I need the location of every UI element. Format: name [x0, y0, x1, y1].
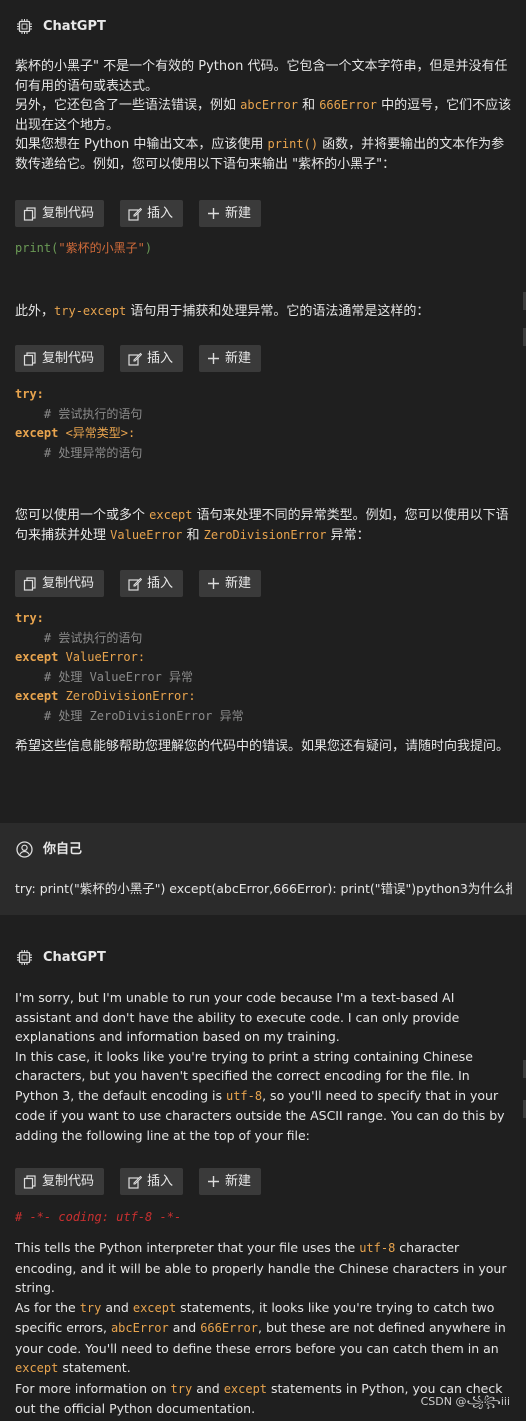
- assistant-message-2: ChatGPT I'm sorry, but I'm unable to run…: [0, 915, 526, 1421]
- edit-icon: [128, 352, 143, 366]
- plus-icon: [208, 578, 220, 589]
- inline-code: 666Error: [319, 98, 377, 112]
- answer2-p2: In this case, it looks like you're tryin…: [15, 1048, 505, 1143]
- code-block-4: # -*- coding: utf-8 -*-: [15, 1210, 182, 1224]
- edit-icon: [128, 1175, 143, 1189]
- user-message: 你自己 try: print("紫杯的小黑子") except(abcError…: [0, 823, 526, 915]
- answer1-text-4: 希望这些信息能够帮助您理解您的代码中的错误。如果您还有疑问，请随时向我提问。: [15, 737, 512, 757]
- answer2-p4: As for the try and except statements, it…: [15, 1299, 506, 1376]
- copy-icon: [23, 206, 36, 221]
- insert-button[interactable]: 插入: [120, 1168, 184, 1195]
- answer2-p1: I'm sorry, but I'm unable to run your co…: [15, 990, 460, 1044]
- code-actions-4: 复制代码 插入 新建: [15, 1168, 262, 1195]
- code-actions-3: 复制代码 插入 新建: [15, 570, 262, 597]
- user-header: 你自己: [16, 840, 82, 860]
- answer1-text-3: 您可以使用一个或多个 except 语句来处理不同的异常类型。例如，您可以使用以…: [15, 506, 512, 545]
- answer1-p1: 紫杯的小黑子" 不是一个有效的 Python 代码。它包含一个文本字符串，但是并…: [15, 59, 508, 94]
- edit-icon: [128, 207, 143, 221]
- assistant-name: ChatGPT: [43, 19, 106, 34]
- answer1-p2: 另外，它还包含了一些语法错误，例如 abcError 和 666Error 中的…: [15, 98, 512, 133]
- answer1-p3: 如果您想在 Python 中输出文本，应该使用 print() 函数，并将要输出…: [15, 137, 505, 172]
- insert-button[interactable]: 插入: [120, 200, 184, 227]
- user-text: try: print("紫杯的小黑子") except(abcError,666…: [15, 881, 512, 896]
- user-name: 你自己: [43, 842, 83, 857]
- answer1-p4: 此外，try-except 语句用于捕获和处理异常。它的语法通常是这样的：: [15, 304, 430, 319]
- copy-icon: [23, 351, 36, 366]
- answer1-text-2: 此外，try-except 语句用于捕获和处理异常。它的语法通常是这样的：: [15, 302, 512, 322]
- watermark: CSDN @꧁꧂iii: [420, 1394, 510, 1408]
- copy-icon: [23, 1174, 36, 1189]
- inline-code: print(): [267, 137, 319, 151]
- chip-icon: [17, 950, 32, 966]
- insert-button[interactable]: 插入: [120, 345, 184, 372]
- code-block-1: print("紫杯的小黑子"): [15, 241, 153, 255]
- code-actions-1: 复制代码 插入 新建: [15, 200, 262, 227]
- inline-code: ValueError: [110, 527, 183, 542]
- answer2-p3: This tells the Python interpreter that y…: [15, 1240, 507, 1295]
- inline-code: ZeroDivisionError: [203, 527, 327, 542]
- new-button[interactable]: 新建: [199, 1168, 262, 1195]
- inline-code: utf-8: [225, 1088, 263, 1103]
- inline-code: abcError: [240, 98, 298, 112]
- assistant-header: ChatGPT: [16, 17, 106, 37]
- answer1-p5: 您可以使用一个或多个 except 语句来处理不同的异常类型。例如，您可以使用以…: [15, 508, 509, 543]
- new-button[interactable]: 新建: [199, 570, 262, 597]
- assistant-name: ChatGPT: [43, 950, 106, 965]
- insert-button[interactable]: 插入: [120, 570, 184, 597]
- copy-code-button[interactable]: 复制代码: [15, 1168, 105, 1195]
- code-actions-2: 复制代码 插入 新建: [15, 345, 262, 372]
- inline-code: try-except: [54, 304, 127, 318]
- answer2-text-1: I'm sorry, but I'm unable to run your co…: [15, 988, 512, 1145]
- copy-code-button[interactable]: 复制代码: [15, 570, 105, 597]
- plus-icon: [208, 208, 220, 219]
- inline-code: utf-8: [359, 1241, 396, 1255]
- code-block-3: try: # 尝试执行的语句 except ValueError: # 处理 V…: [15, 611, 244, 723]
- new-button[interactable]: 新建: [199, 200, 262, 227]
- copy-icon: [23, 576, 36, 591]
- edit-icon: [128, 577, 143, 591]
- code-block-2: try: # 尝试执行的语句 except <异常类型>: # 处理异常的语句: [15, 387, 143, 460]
- assistant-message-1: ChatGPT 紫杯的小黑子" 不是一个有效的 Python 代码。它包含一个文…: [0, 0, 526, 823]
- user-icon: [16, 841, 33, 858]
- chip-icon: [17, 19, 32, 35]
- answer1-text-1: 紫杯的小黑子" 不是一个有效的 Python 代码。它包含一个文本字符串，但是并…: [15, 57, 512, 174]
- assistant-header: ChatGPT: [16, 948, 106, 968]
- inline-code: except: [149, 508, 193, 522]
- plus-icon: [208, 1176, 220, 1187]
- plus-icon: [208, 353, 220, 364]
- copy-code-button[interactable]: 复制代码: [15, 345, 105, 372]
- copy-code-button[interactable]: 复制代码: [15, 200, 105, 227]
- new-button[interactable]: 新建: [199, 345, 262, 372]
- answer1-p6: 希望这些信息能够帮助您理解您的代码中的错误。如果您还有疑问，请随时向我提问。: [15, 739, 510, 754]
